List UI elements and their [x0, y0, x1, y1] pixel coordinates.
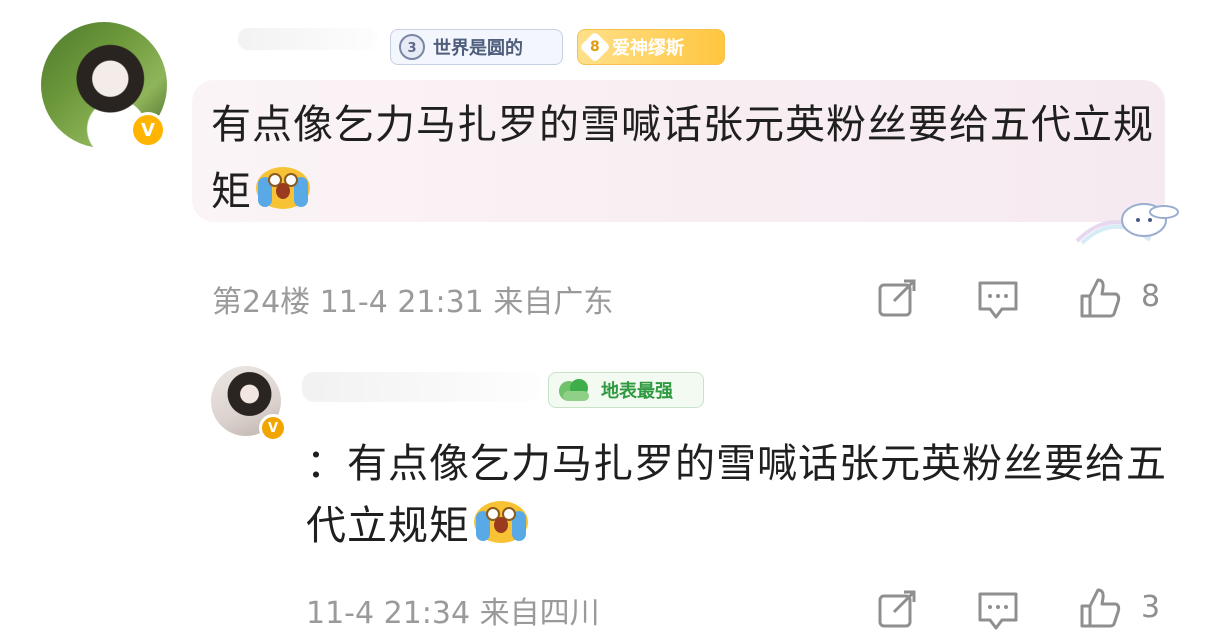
- like-count: 8: [1141, 279, 1161, 314]
- badge-world-label: 世界是圆的: [433, 38, 523, 59]
- badge-love-label: 爱神缪斯: [612, 38, 684, 59]
- username[interactable]: [238, 28, 378, 50]
- crying-emoji-icon: [474, 499, 528, 545]
- verified-badge: V: [259, 414, 287, 442]
- reply-meta: 11-4 21:34 来自四川: [306, 596, 600, 631]
- badge-earth-label: 地表最强: [601, 381, 673, 402]
- badge-earth[interactable]: 地表最强: [548, 372, 704, 408]
- verified-badge: V: [130, 112, 166, 148]
- comment-icon[interactable]: [976, 277, 1020, 321]
- crying-emoji-icon: [256, 165, 310, 211]
- reply-text[interactable]: ：有点像乞力马扎罗的雪喊话张元英粉丝要给五代立规矩: [306, 433, 1176, 557]
- svg-text:3: 3: [407, 41, 416, 56]
- badge-love[interactable]: 8 爱神缪斯: [577, 29, 725, 65]
- globe-badge-icon: 3: [399, 34, 425, 60]
- reply-username[interactable]: [302, 372, 540, 402]
- thumbs-up-icon[interactable]: [1078, 586, 1122, 630]
- badge-world[interactable]: 3 世界是圆的: [390, 29, 563, 65]
- comment-text[interactable]: 有点像乞力马扎罗的雪喊话张元英粉丝要给五代立规矩: [211, 92, 1156, 226]
- thumbs-up-icon[interactable]: [1078, 276, 1122, 320]
- share-icon[interactable]: [876, 588, 920, 632]
- comment-icon[interactable]: [976, 588, 1020, 632]
- comment-meta: 第24楼 11-4 21:31 来自广东: [212, 285, 614, 320]
- share-icon[interactable]: [876, 277, 920, 321]
- like-count: 3: [1141, 590, 1161, 625]
- level-icon: 8: [579, 31, 611, 63]
- cloud-badge-icon: [559, 379, 589, 401]
- cinnamoroll-icon: [1075, 203, 1179, 245]
